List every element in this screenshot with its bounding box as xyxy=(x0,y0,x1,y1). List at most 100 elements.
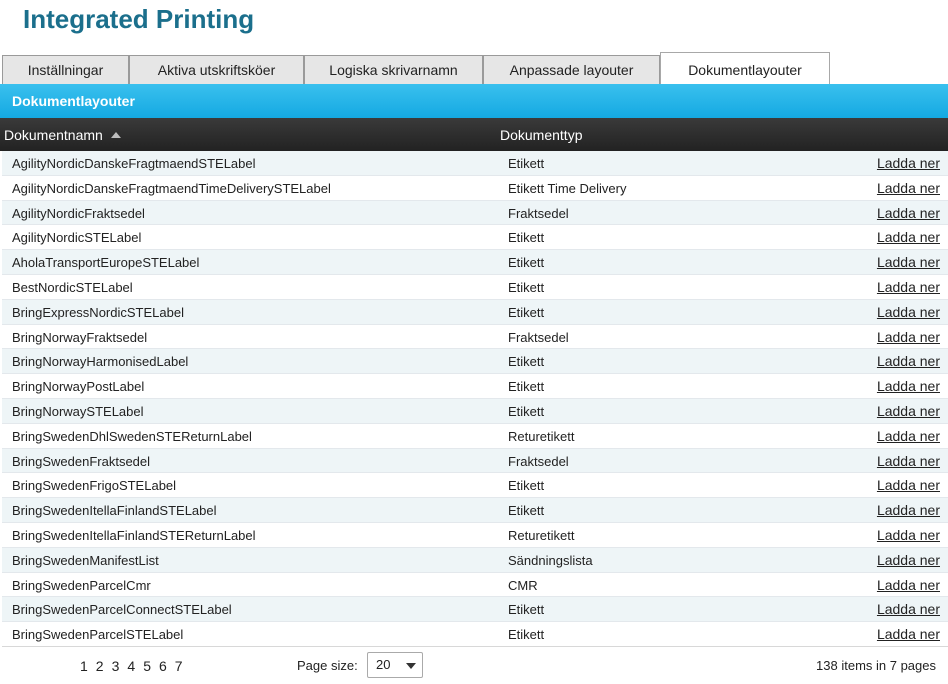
tab-aktiva-utskriftskoer[interactable]: Aktiva utskriftsköer xyxy=(129,55,304,84)
download-link[interactable]: Ladda ner xyxy=(877,453,940,469)
table-row: AgilityNordicSTELabel Etikett Ladda ner xyxy=(2,225,948,251)
table-row: AholaTransportEuropeSTELabel Etikett Ladda… xyxy=(2,250,948,275)
document-type-cell: Etikett xyxy=(508,627,545,643)
document-type-cell: Etikett xyxy=(508,230,545,246)
table-row: BringNorwayHarmonisedLabel Etikett Ladda n… xyxy=(2,349,948,375)
document-name-cell: BringNorwayPostLabel xyxy=(12,379,145,395)
download-link[interactable]: Ladda ner xyxy=(877,205,940,221)
download-link[interactable]: Ladda ner xyxy=(877,304,940,320)
document-name-cell: BringSwedenParcelConnectSTELabel xyxy=(12,602,232,618)
table-row: BestNordicSTELabel Etikett Ladda ner xyxy=(2,275,948,300)
table-row: BringSwedenParcelSTELabel Etikett Ladda ne… xyxy=(2,622,948,647)
document-name-cell: BringSwedenDhlSwedenSTEReturnLabel xyxy=(12,428,252,444)
tab-anpassade-layouter[interactable]: Anpassade layouter xyxy=(483,55,660,84)
download-link[interactable]: Ladda ner xyxy=(877,329,940,345)
page-size-select[interactable]: 20 xyxy=(367,652,423,678)
document-name-cell: AgilityNordicDanskeFragtmaendSTELabel xyxy=(12,156,256,171)
section-title: Dokumentlayouter xyxy=(0,84,948,118)
page-size-value: 20 xyxy=(376,657,391,672)
chevron-down-icon xyxy=(406,663,416,669)
document-type-cell: Fraktsedel xyxy=(508,329,569,345)
document-name-cell: BringNorwayFraktsedel xyxy=(12,329,148,345)
document-type-cell: Returetikett xyxy=(508,428,575,444)
document-type-cell: Fraktsedel xyxy=(508,205,569,221)
tab-bar: Inställningar Aktiva utskriftsköer Logis… xyxy=(0,52,948,84)
table-row: BringSwedenDhlSwedenSTEReturnLabel Reture… xyxy=(2,424,948,449)
document-name-cell: BringSwedenParcelCmr xyxy=(12,577,151,593)
download-link[interactable]: Ladda ner xyxy=(877,353,940,369)
tab-installningar[interactable]: Inställningar xyxy=(2,55,129,84)
download-link[interactable]: Ladda ner xyxy=(877,155,940,171)
page-numbers: 1234567 xyxy=(80,658,191,674)
table-row: BringSwedenParcelConnectSTELabel Etikett L… xyxy=(2,597,948,623)
document-type-cell: Fraktsedel xyxy=(508,453,569,469)
download-link[interactable]: Ladda ner xyxy=(877,601,940,617)
grid-header: Dokumentnamn Dokumenttyp xyxy=(0,118,948,151)
table-row: BringSwedenItellaFinlandSTELabel Etikett L… xyxy=(2,498,948,523)
document-type-cell: Etikett xyxy=(508,478,545,494)
tab-dokumentlayouter[interactable]: Dokumentlayouter xyxy=(660,52,830,84)
page-link[interactable]: 1 xyxy=(80,658,88,674)
document-name-cell: BringExpressNordicSTELabel xyxy=(12,304,184,320)
items-info: 138 items in 7 pages xyxy=(816,658,936,673)
table-row: BringNorwayPostLabel Etikett Ladda ner xyxy=(2,374,948,399)
document-name-cell: AgilityNordicSTELabel xyxy=(12,230,142,246)
download-link[interactable]: Ladda ner xyxy=(877,527,940,543)
download-link[interactable]: Ladda ner xyxy=(877,477,940,493)
document-type-cell: Returetikett xyxy=(508,527,575,543)
document-name-cell: BringSwedenFrigoSTELabel xyxy=(12,478,177,494)
column-header-label: Dokumentnamn xyxy=(4,127,103,143)
download-link[interactable]: Ladda ner xyxy=(877,229,940,245)
download-link[interactable]: Ladda ner xyxy=(877,254,940,270)
download-link[interactable]: Ladda ner xyxy=(877,577,940,593)
page-size-label: Page size: xyxy=(297,658,358,673)
document-type-cell: Etikett xyxy=(508,354,545,370)
column-header-dokumentnamn[interactable]: Dokumentnamn xyxy=(4,127,121,143)
page-link[interactable]: 4 xyxy=(127,658,135,674)
document-name-cell: BringSwedenManifestList xyxy=(12,552,159,568)
document-type-cell: Etikett xyxy=(508,255,545,271)
document-type-cell: Etikett Time Delivery xyxy=(508,180,627,196)
column-header-dokumenttyp[interactable]: Dokumenttyp xyxy=(500,127,582,143)
sort-ascending-icon xyxy=(110,132,121,138)
grid-body: AgilityNordicDanskeFragtmaendSTELabel Eti… xyxy=(2,151,948,647)
table-row: AgilityNordicDanskeFragtmaendSTELabel Eti… xyxy=(2,151,948,176)
document-type-cell: Etikett xyxy=(508,304,545,320)
app-title: Integrated Printing xyxy=(23,4,255,34)
download-link[interactable]: Ladda ner xyxy=(877,552,940,568)
document-type-cell: Sändningslista xyxy=(508,552,593,568)
document-name-cell: BringSwedenParcelSTELabel xyxy=(12,627,184,643)
table-row: BringNorwayFraktsedel Fraktsedel Ladda ner xyxy=(2,325,948,350)
document-name-cell: BringNorwayHarmonisedLabel xyxy=(12,354,189,370)
page-link[interactable]: 6 xyxy=(159,658,167,674)
document-name-cell: BestNordicSTELabel xyxy=(12,279,133,295)
table-row: BringSwedenItellaFinlandSTEReturnLabel Re… xyxy=(2,523,948,548)
document-name-cell: AgilityNordicDanskeFragtmaendTimeDeliver… xyxy=(12,180,331,196)
document-type-cell: Etikett xyxy=(508,503,545,519)
download-link[interactable]: Ladda ner xyxy=(877,626,940,642)
download-link[interactable]: Ladda ner xyxy=(877,428,940,444)
document-type-cell: CMR xyxy=(508,577,538,593)
download-link[interactable]: Ladda ner xyxy=(877,403,940,419)
table-row: BringSwedenManifestList Sändningslista Lad… xyxy=(2,547,948,573)
table-row: BringNorwaySTELabel Etikett Ladda ner xyxy=(2,398,948,424)
table-row: AgilityNordicDanskeFragtmaendTimeDeliver… xyxy=(2,176,948,201)
document-type-cell: Etikett xyxy=(508,156,545,171)
download-link[interactable]: Ladda ner xyxy=(877,378,940,394)
table-row: AgilityNordicFraktsedel Fraktsedel Ladda n… xyxy=(2,200,948,226)
document-type-cell: Etikett xyxy=(508,379,545,395)
page-link[interactable]: 7 xyxy=(175,658,183,674)
table-row: BringExpressNordicSTELabel Etikett Ladda n… xyxy=(2,299,948,325)
document-type-cell: Etikett xyxy=(508,279,545,295)
table-row: BringSwedenParcelCmr CMR Ladda ner xyxy=(2,573,948,598)
page-link[interactable]: 2 xyxy=(96,658,104,674)
document-type-cell: Etikett xyxy=(508,403,545,419)
download-link[interactable]: Ladda ner xyxy=(877,279,940,295)
tab-logiska-skrivarnamn[interactable]: Logiska skrivarnamn xyxy=(304,55,483,84)
table-row: BringSwedenFraktsedel Fraktsedel Ladda ner xyxy=(2,448,948,474)
download-link[interactable]: Ladda ner xyxy=(877,180,940,196)
document-name-cell: BringNorwaySTELabel xyxy=(12,403,144,419)
page-link[interactable]: 5 xyxy=(143,658,151,674)
download-link[interactable]: Ladda ner xyxy=(877,502,940,518)
page-link[interactable]: 3 xyxy=(112,658,120,674)
